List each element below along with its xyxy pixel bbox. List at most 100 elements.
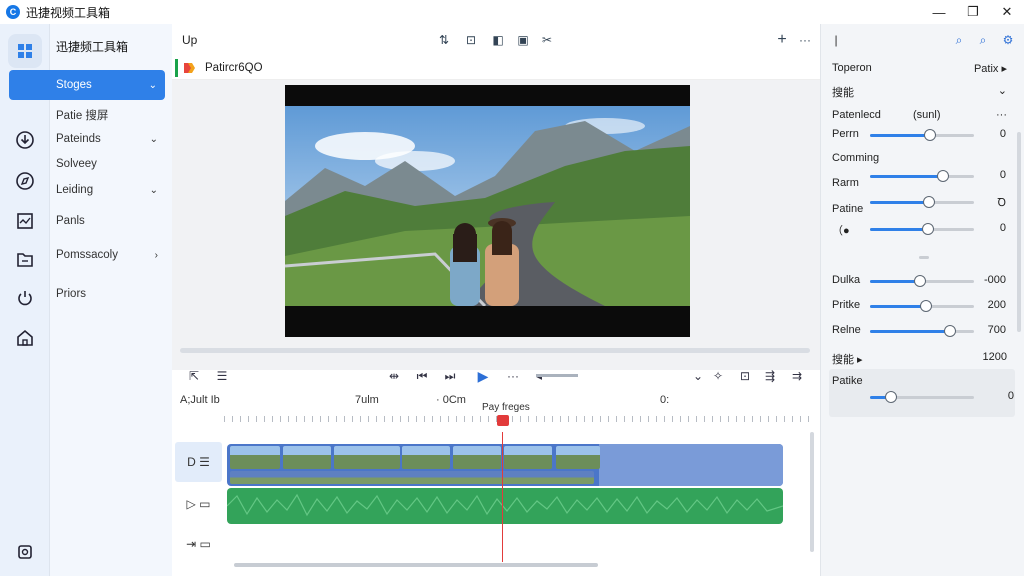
prev-frame-icon[interactable]: ⏮	[414, 368, 430, 384]
split-icon[interactable]: ◧	[490, 32, 506, 48]
video-preview[interactable]	[285, 85, 690, 337]
playback-controls: ⇱ ☰ ⇹ ⏮ ⏭ ▶ ··· ◂ ⌄ ✧ ⊡ ⇶ ⇉	[172, 360, 820, 390]
slider-rarm[interactable]: Rarm 0	[832, 168, 1006, 189]
slider-track[interactable]	[870, 275, 974, 287]
slider-track[interactable]	[870, 129, 974, 141]
magic-icon[interactable]: ✧	[710, 368, 726, 384]
slider-patine[interactable]: Patine Ꝺ	[832, 194, 1006, 215]
menu-item-leiding[interactable]: Leiding ⌄	[56, 179, 166, 201]
apps-grid-icon[interactable]	[8, 34, 42, 68]
compass-icon[interactable]	[13, 169, 37, 193]
panel-row-toperon[interactable]: Toperon Patix ▸	[832, 62, 1015, 80]
expand-icon[interactable]: ⇉	[789, 368, 805, 384]
menu-item-pomssacoly[interactable]: Pomssacoly ›	[56, 244, 166, 266]
slider-patike[interactable]: 0	[832, 389, 1014, 405]
preview-scrubber[interactable]	[180, 348, 810, 353]
list-icon[interactable]: ☰	[214, 368, 230, 384]
slider-relne[interactable]: Relne 700	[832, 323, 1006, 339]
audio-track-header[interactable]: ▷ ▭	[175, 484, 222, 524]
dropdown-icon[interactable]: ⌄	[690, 368, 706, 384]
video-clip[interactable]	[556, 446, 600, 469]
export-icon[interactable]: ⇱	[186, 368, 202, 384]
timeline-vertical-scrollbar[interactable]	[810, 432, 814, 552]
panel-resize-handle[interactable]	[919, 256, 929, 259]
slider-knob[interactable]	[922, 223, 935, 235]
restore-icon[interactable]: ❐	[956, 0, 990, 24]
panel-row-patenlecd[interactable]: Patenlecd (sunl) ···	[832, 109, 1015, 127]
crop-icon[interactable]: ⊡	[463, 32, 479, 48]
slider-track[interactable]	[870, 325, 974, 337]
search-icon[interactable]: ⌕	[952, 33, 966, 47]
menu-header: 迅捷频工具箱	[56, 40, 129, 54]
power-icon[interactable]	[13, 286, 37, 310]
next-frame-icon[interactable]: ⏭	[442, 368, 458, 384]
video-clip[interactable]	[334, 446, 400, 469]
slider-knob[interactable]	[913, 275, 926, 287]
more-icon[interactable]: ···	[505, 368, 521, 384]
panel-row-search[interactable]: 搜能 ⌄	[832, 84, 1015, 102]
settings-icon[interactable]: ⚙	[1001, 33, 1015, 47]
video-clip[interactable]	[504, 446, 552, 469]
slider-dulka[interactable]: Dulka -000	[832, 273, 1006, 289]
rewind-icon[interactable]: ⇹	[386, 368, 402, 384]
menu-item-solveey[interactable]: Solveey	[56, 153, 166, 175]
folder-icon[interactable]	[13, 247, 37, 271]
project-name[interactable]: Patircr6QO	[205, 62, 263, 74]
download-icon[interactable]	[13, 128, 37, 152]
home-icon[interactable]	[13, 326, 37, 350]
slider-knob[interactable]	[923, 196, 936, 208]
playhead-handle[interactable]	[497, 415, 509, 426]
play-icon[interactable]: ▶	[475, 368, 491, 384]
add-button[interactable]: +	[774, 31, 790, 48]
fit-icon[interactable]: ⊡	[737, 368, 753, 384]
playhead-label: Pay freges	[482, 402, 530, 413]
slider-value: 0	[999, 169, 1006, 181]
timeline-ruler[interactable]: A;Jult Ib 7ulm · 0Cm 0: Pay freges	[172, 390, 820, 426]
panel-top-bar: | ⌕ ⌕ ⚙	[821, 24, 1024, 56]
slider-circle[interactable]: （● 0	[832, 221, 1006, 237]
video-track-header[interactable]: D ☰	[175, 442, 222, 482]
chevron-down-icon: ⌄	[148, 79, 157, 91]
video-track[interactable]	[227, 444, 783, 486]
image-icon[interactable]: ▣	[515, 32, 531, 48]
timeline-horizontal-scrollbar[interactable]	[234, 563, 598, 567]
extra-track-header[interactable]: ⇥ ▭	[175, 524, 222, 564]
align-icon[interactable]: ⇶	[762, 368, 778, 384]
menu-item-stoges[interactable]: Stoges ⌄	[9, 70, 165, 100]
slider-knob[interactable]	[884, 391, 897, 403]
slider-track[interactable]	[870, 170, 974, 182]
video-clip[interactable]	[283, 446, 331, 469]
menu-item-priors[interactable]: Priors	[56, 283, 166, 305]
video-clip[interactable]	[453, 446, 501, 469]
slider-label: Pritke	[832, 299, 861, 311]
video-clip[interactable]	[402, 446, 450, 469]
menu-item-label: Leiding	[56, 184, 94, 196]
slider-perrn[interactable]: Perrn 0	[832, 127, 1006, 143]
slider-track[interactable]	[870, 196, 974, 208]
menu-item-pateinds[interactable]: Pateinds ⌄	[56, 128, 166, 150]
menu-item-patie[interactable]: Patie 搜屏	[56, 104, 166, 126]
more-button[interactable]: ···	[797, 32, 813, 48]
panel-row-bottom[interactable]: 搜能 ▸ 1200	[832, 351, 1015, 369]
app-logo-icon: C	[6, 5, 20, 19]
minimize-icon[interactable]: —	[922, 0, 956, 24]
menu-item-panls[interactable]: Panls	[56, 210, 166, 232]
slider-knob[interactable]	[944, 325, 957, 337]
slider-track[interactable]	[870, 223, 974, 235]
slider-track[interactable]	[870, 300, 974, 312]
slider-knob[interactable]	[936, 170, 949, 182]
cut-icon[interactable]: ✂	[539, 32, 555, 48]
panel-scrollbar[interactable]	[1017, 132, 1021, 332]
audio-track[interactable]	[227, 488, 783, 524]
swap-icon[interactable]: ⇅	[436, 32, 452, 48]
chart-icon[interactable]	[13, 209, 37, 233]
slider-track[interactable]	[870, 391, 974, 403]
zoom-icon[interactable]: ⌕	[976, 33, 990, 47]
slider-pritke[interactable]: Pritke 200	[832, 298, 1006, 314]
volume-slider[interactable]	[536, 374, 578, 377]
video-clip[interactable]	[230, 446, 280, 469]
slider-knob[interactable]	[920, 300, 933, 312]
slider-knob[interactable]	[924, 129, 937, 141]
settings-icon[interactable]	[13, 540, 37, 564]
close-icon[interactable]: ✕	[990, 0, 1024, 24]
